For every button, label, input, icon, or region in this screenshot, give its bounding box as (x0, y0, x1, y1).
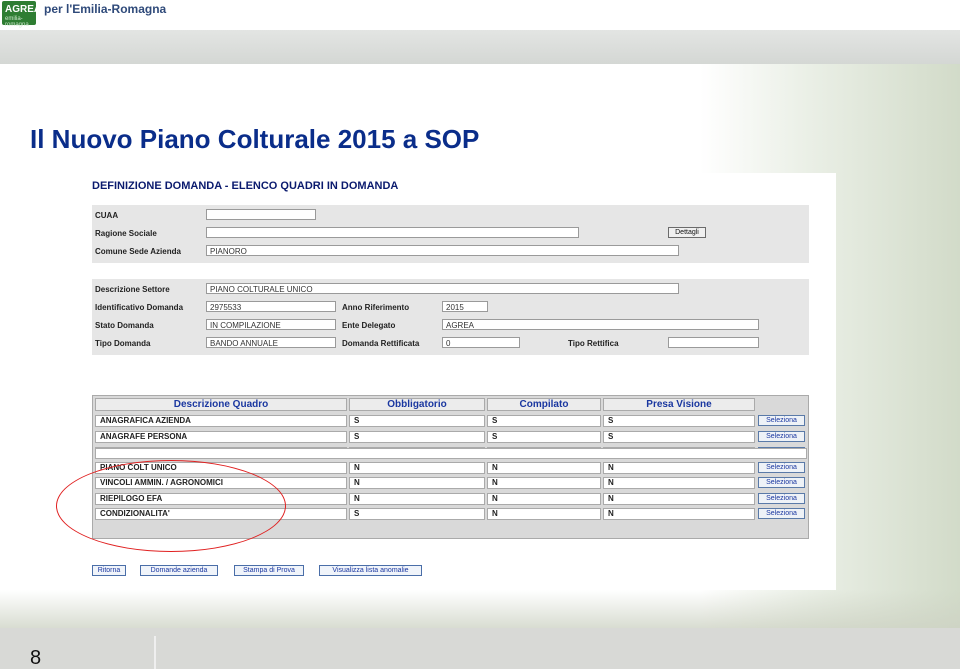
ritorna-button[interactable]: Ritorna (92, 565, 126, 576)
seleziona-button[interactable]: Seleziona (758, 477, 805, 488)
comune-field[interactable]: PIANORO (206, 245, 679, 256)
row-presa-visione: N (603, 477, 755, 489)
form-title: DEFINIZIONE DOMANDA - ELENCO QUADRI IN D… (92, 180, 399, 192)
row-obbligatorio: S (349, 415, 485, 427)
footer-bar (0, 628, 960, 669)
row-compilato: N (487, 493, 601, 505)
stato-label: Stato Domanda (95, 321, 154, 330)
comune-label: Comune Sede Azienda (95, 247, 181, 256)
row-obbligatorio: N (349, 493, 485, 505)
anno-field[interactable]: 2015 (442, 301, 488, 312)
dettagli-button[interactable]: Dettagli (668, 227, 706, 238)
row-presa-visione: N (603, 493, 755, 505)
domande-azienda-button[interactable]: Domande azienda (140, 565, 218, 576)
row-descrizione: ANAGRAFE PERSONA (95, 431, 347, 443)
header-presa-visione: Presa Visione (603, 398, 755, 411)
row-descrizione: CONDIZIONALITA' (95, 508, 347, 520)
seleziona-button[interactable]: Seleziona (758, 493, 805, 504)
row-obbligatorio: S (349, 431, 485, 443)
row-compilato: N (487, 477, 601, 489)
identificativo-field[interactable]: 2975533 (206, 301, 336, 312)
domanda-panel: Descrizione Settore PIANO COLTURALE UNIC… (92, 279, 809, 355)
row-obbligatorio: N (349, 462, 485, 474)
organization-name: per l'Emilia-Romagna (44, 2, 167, 16)
slide-title: Il Nuovo Piano Colturale 2015 a SOP (30, 124, 480, 154)
tipo-rettifica-label: Tipo Rettifica (568, 339, 619, 348)
header-compilato: Compilato (487, 398, 601, 411)
table-separator-row (95, 448, 807, 459)
settore-label: Descrizione Settore (95, 285, 170, 294)
row-descrizione: ANAGRAFICA AZIENDA (95, 415, 347, 427)
seleziona-button[interactable]: Seleziona (758, 431, 805, 442)
company-panel: CUAA Ragione Sociale Dettagli Comune Sed… (92, 205, 809, 263)
top-bar: AGREA emilia-romagna per l'Emilia-Romagn… (0, 0, 960, 30)
cuaa-field[interactable] (206, 209, 316, 220)
visualizza-anomalie-button[interactable]: Visualizza lista anomalie (319, 565, 422, 576)
ente-label: Ente Delegato (342, 321, 396, 330)
row-presa-visione: N (603, 508, 755, 520)
header-obbligatorio: Obbligatorio (349, 398, 485, 411)
row-descrizione: VINCOLI AMMIN. / AGRONOMICI (95, 477, 347, 489)
stampa-di-prova-button[interactable]: Stampa di Prova (234, 565, 304, 576)
stato-field[interactable]: IN COMPILAZIONE (206, 319, 336, 330)
application-screenshot: DEFINIZIONE DOMANDA - ELENCO QUADRI IN D… (86, 173, 836, 590)
row-presa-visione: S (603, 415, 755, 427)
logo-text: AGREA (5, 4, 42, 15)
row-presa-visione: S (603, 431, 755, 443)
row-compilato: S (487, 415, 601, 427)
tipo-domanda-label: Tipo Domanda (95, 339, 151, 348)
identificativo-label: Identificativo Domanda (95, 303, 184, 312)
seleziona-button[interactable]: Seleziona (758, 462, 805, 473)
row-descrizione: PIANO COLT UNICO (95, 462, 347, 474)
seleziona-button[interactable]: Seleziona (758, 508, 805, 519)
row-compilato: N (487, 462, 601, 474)
row-descrizione: RIEPILOGO EFA (95, 493, 347, 505)
row-obbligatorio: S (349, 508, 485, 520)
settore-field[interactable]: PIANO COLTURALE UNICO (206, 283, 679, 294)
rettificata-field[interactable]: 0 (442, 337, 520, 348)
tipo-rettifica-field[interactable] (668, 337, 759, 348)
row-compilato: N (487, 508, 601, 520)
footer-separator (154, 636, 156, 669)
row-presa-visione: N (603, 462, 755, 474)
row-obbligatorio: N (349, 477, 485, 489)
cuaa-label: CUAA (95, 211, 119, 220)
background-decoration-bottom (0, 590, 960, 630)
logo-subtext: emilia-romagna (5, 16, 29, 28)
anno-label: Anno Riferimento (342, 303, 410, 312)
agrea-logo: AGREA emilia-romagna (2, 1, 41, 28)
row-compilato: S (487, 431, 601, 443)
ragione-sociale-label: Ragione Sociale (95, 229, 157, 238)
ente-field[interactable]: AGREA (442, 319, 759, 330)
seleziona-button[interactable]: Seleziona (758, 415, 805, 426)
header-descrizione-quadro: Descrizione Quadro (95, 398, 347, 411)
tipo-domanda-field[interactable]: BANDO ANNUALE (206, 337, 336, 348)
header-band (0, 30, 960, 64)
rettificata-label: Domanda Rettificata (342, 339, 420, 348)
page-number: 8 (30, 647, 42, 669)
ragione-sociale-field[interactable] (206, 227, 579, 238)
quadri-table: Descrizione Quadro Obbligatorio Compilat… (92, 395, 809, 539)
